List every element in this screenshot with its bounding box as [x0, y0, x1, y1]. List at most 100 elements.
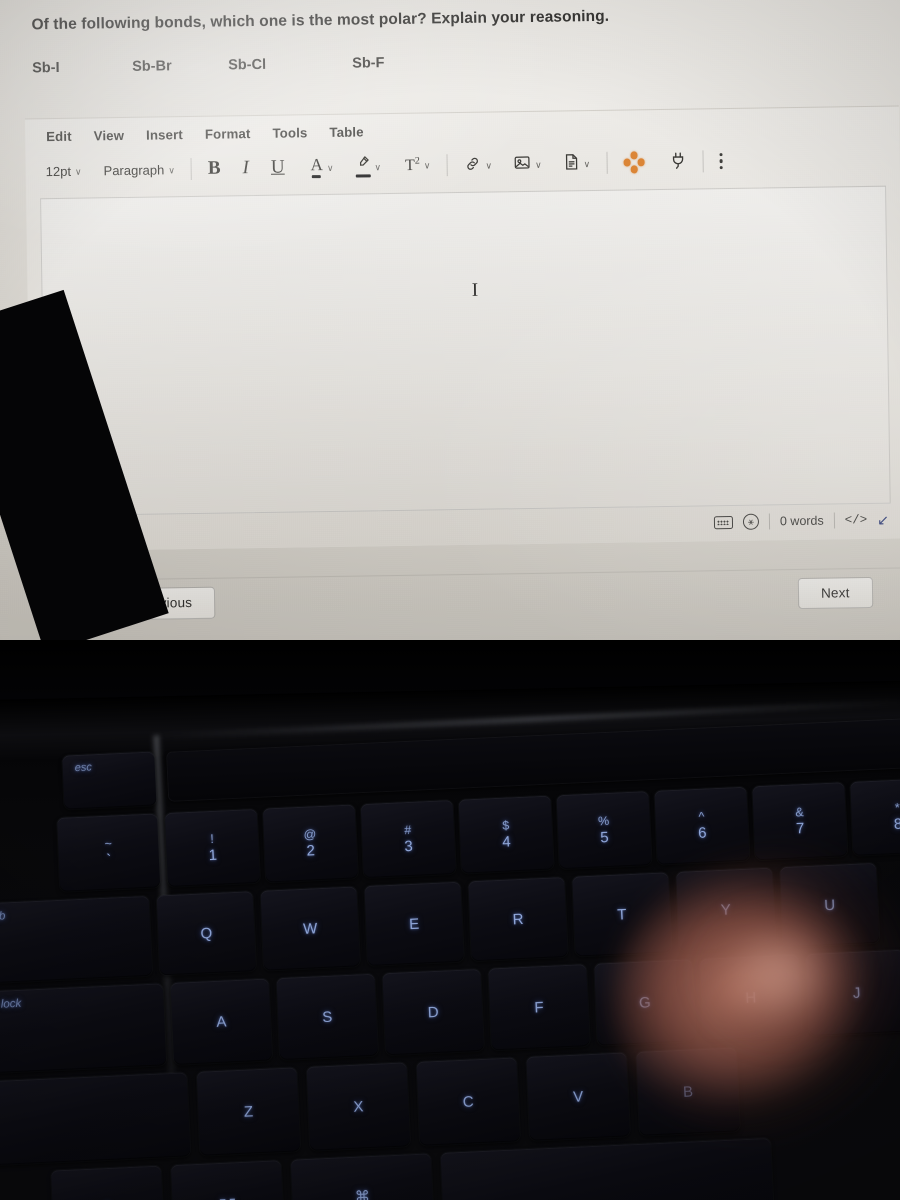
image-icon [514, 155, 531, 173]
chevron-down-icon: ∨ [583, 158, 591, 169]
key-tab[interactable]: tab [0, 895, 153, 984]
key-h[interactable]: H [700, 954, 802, 1041]
source-code-icon[interactable]: </> [845, 513, 868, 527]
key-h-label: H [745, 988, 757, 1007]
key-x[interactable]: X [306, 1062, 411, 1151]
key-shift-left[interactable] [0, 1072, 191, 1168]
next-button[interactable]: Next [797, 576, 873, 610]
key-v-label: V [572, 1087, 584, 1106]
key-f[interactable]: F [488, 964, 590, 1051]
insert-link-button[interactable]: ∨ [457, 152, 498, 178]
key-esc[interactable]: esc [62, 751, 157, 810]
plug-icon [669, 151, 686, 172]
menu-view[interactable]: View [93, 126, 126, 145]
key-6-label: 6 [697, 824, 707, 843]
molecule-editor-button[interactable] [617, 148, 651, 177]
chevron-down-icon: ∨ [423, 160, 431, 172]
key-command[interactable]: ⌘ [290, 1153, 435, 1200]
key-4[interactable]: $ 4 [458, 795, 554, 874]
key-j[interactable]: J [805, 949, 900, 1037]
key-g[interactable]: G [594, 959, 696, 1046]
key-caps-lock-label: caps lock [0, 997, 22, 1012]
link-icon [463, 155, 481, 174]
menu-insert[interactable]: Insert [145, 125, 184, 145]
key-r-label: R [512, 910, 524, 928]
key-d[interactable]: D [382, 968, 484, 1056]
editor-body[interactable]: I [40, 185, 891, 517]
menu-edit[interactable]: Edit [45, 127, 73, 146]
key-5-label: 5 [599, 829, 609, 847]
key-2[interactable]: @ 2 [262, 804, 358, 883]
key-e-label: E [408, 915, 420, 933]
key-v[interactable]: V [526, 1052, 630, 1141]
key-1[interactable]: ! 1 [164, 808, 261, 887]
menu-table[interactable]: Table [328, 122, 364, 142]
block-format-select[interactable]: Paragraph ∨ [97, 159, 181, 181]
keyboard: esc ~ ` ! 1 @ 2 # 3 $ 4 % 5 ^ 6 & 7 * 8 … [0, 680, 900, 1200]
key-5[interactable]: % 5 [556, 791, 652, 870]
key-backtick-label: ` [106, 851, 112, 869]
bond-choice-1: Sb-Br [132, 58, 172, 75]
menu-format[interactable]: Format [204, 124, 252, 144]
key-j-label: J [852, 984, 861, 1002]
key-4-shift: $ [501, 818, 510, 833]
key-2-label: 2 [306, 842, 316, 860]
key-b[interactable]: B [636, 1047, 740, 1136]
key-esc-label: esc [74, 761, 93, 775]
italic-button[interactable]: I [236, 154, 255, 182]
plugin-button[interactable] [663, 148, 692, 175]
key-t[interactable]: T [572, 872, 672, 957]
key-e[interactable]: E [364, 881, 464, 966]
key-q[interactable]: Q [156, 891, 257, 976]
key-u-label: U [823, 896, 836, 914]
accessibility-icon[interactable]: ⚹ [742, 513, 760, 530]
insert-image-button[interactable]: ∨ [508, 152, 548, 177]
chevron-down-icon: ∨ [168, 164, 175, 175]
key-y[interactable]: Y [676, 867, 776, 952]
key-space[interactable] [440, 1137, 774, 1200]
key-3[interactable]: # 3 [360, 799, 456, 879]
chevron-down-icon: ∨ [374, 161, 382, 172]
text-cursor-icon: I [471, 279, 479, 301]
bond-choice-2: Sb-Cl [228, 56, 267, 74]
superscript-button[interactable]: T2 ∨ [399, 153, 437, 179]
chevron-down-icon: ∨ [485, 160, 493, 171]
key-s-label: S [321, 1008, 333, 1026]
keyboard-icon[interactable] [713, 515, 734, 529]
font-size-select[interactable]: 12pt ∨ [40, 160, 88, 182]
key-6[interactable]: ^ 6 [654, 786, 750, 865]
status-divider [768, 513, 771, 530]
toolbar-divider [702, 150, 704, 173]
key-u[interactable]: U [779, 862, 880, 948]
key-caps-lock[interactable]: caps lock [0, 983, 167, 1075]
key-option[interactable]: ⌥ [170, 1160, 285, 1200]
resize-handle-icon[interactable]: ↙ [877, 511, 889, 528]
text-color-button[interactable]: A ∨ [304, 152, 339, 183]
question-prompt: Of the following bonds, which one is the… [31, 7, 610, 34]
key-z[interactable]: Z [196, 1067, 301, 1156]
key-w-label: W [302, 919, 318, 938]
insert-document-button[interactable]: ∨ [557, 150, 596, 177]
text-color-icon: A [310, 155, 323, 179]
key-a[interactable]: A [170, 978, 273, 1065]
toolbar-divider [446, 154, 448, 177]
menu-tools[interactable]: Tools [271, 123, 308, 143]
font-size-value: 12pt [45, 163, 72, 179]
key-y-label: Y [720, 900, 732, 919]
key-control[interactable]: ⌃ [50, 1165, 165, 1200]
key-r[interactable]: R [468, 877, 568, 962]
more-options-icon[interactable] [713, 153, 728, 169]
key-c[interactable]: C [416, 1057, 521, 1146]
highlight-color-button[interactable]: ∨ [349, 151, 387, 182]
key-8[interactable]: * 8 [850, 777, 900, 856]
key-s[interactable]: S [276, 973, 379, 1061]
block-format-value: Paragraph [103, 161, 165, 178]
key-w[interactable]: W [260, 886, 360, 971]
toolbar-divider [606, 151, 608, 174]
key-4-label: 4 [501, 833, 512, 852]
bold-button[interactable]: B [202, 154, 227, 182]
underline-button[interactable]: U [265, 154, 291, 182]
question-block: Of the following bonds, which one is the… [31, 3, 900, 77]
key-backtick[interactable]: ~ ` [56, 813, 161, 892]
key-7[interactable]: & 7 [752, 782, 848, 861]
